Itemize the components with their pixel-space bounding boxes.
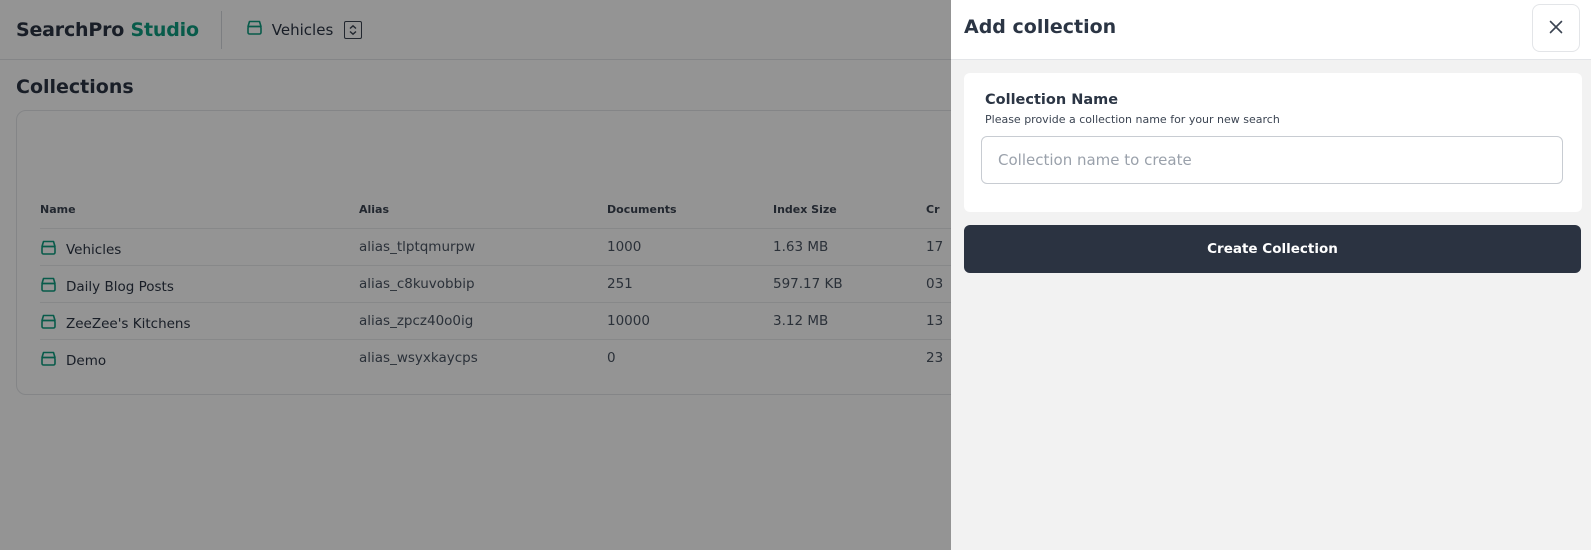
add-collection-drawer: Add collection Collection Name Please pr… — [951, 0, 1591, 550]
close-button[interactable] — [1532, 4, 1580, 52]
create-collection-button[interactable]: Create Collection — [964, 225, 1581, 273]
collection-name-help: Please provide a collection name for you… — [985, 113, 1280, 126]
collection-form-card: Collection Name Please provide a collect… — [964, 73, 1582, 212]
drawer-title: Add collection — [964, 16, 1117, 38]
close-icon — [1549, 19, 1563, 38]
collection-name-label: Collection Name — [985, 92, 1119, 108]
collection-name-input[interactable] — [981, 136, 1563, 184]
drawer-header: Add collection — [951, 0, 1591, 60]
